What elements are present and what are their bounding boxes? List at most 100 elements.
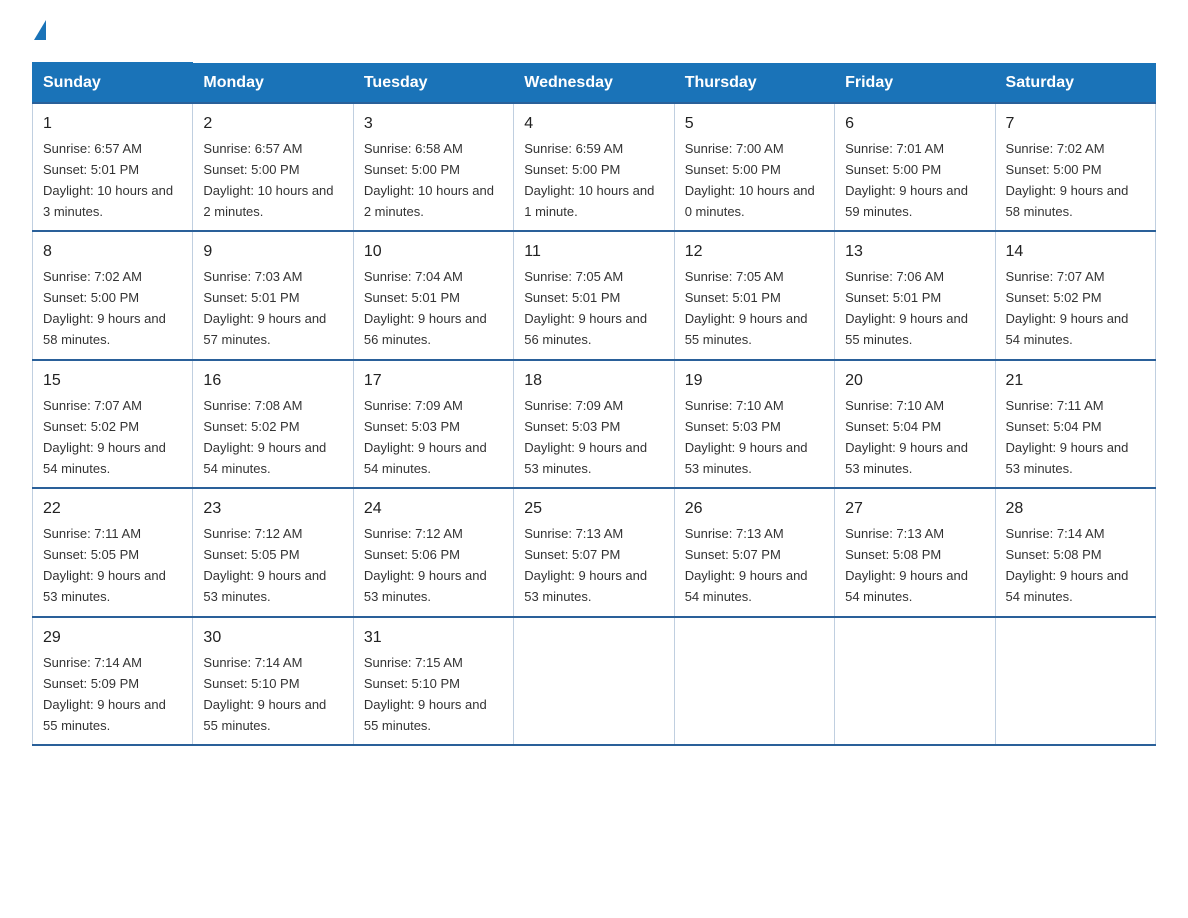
day-info: Sunrise: 7:10 AMSunset: 5:03 PMDaylight:…	[685, 398, 808, 476]
day-cell: 27 Sunrise: 7:13 AMSunset: 5:08 PMDaylig…	[835, 488, 995, 616]
day-number: 11	[524, 240, 663, 265]
day-info: Sunrise: 7:09 AMSunset: 5:03 PMDaylight:…	[524, 398, 647, 476]
day-cell: 20 Sunrise: 7:10 AMSunset: 5:04 PMDaylig…	[835, 360, 995, 488]
day-info: Sunrise: 7:01 AMSunset: 5:00 PMDaylight:…	[845, 141, 968, 219]
day-info: Sunrise: 7:13 AMSunset: 5:07 PMDaylight:…	[524, 526, 647, 604]
day-number: 10	[364, 240, 503, 265]
day-info: Sunrise: 7:14 AMSunset: 5:08 PMDaylight:…	[1006, 526, 1129, 604]
day-cell: 9 Sunrise: 7:03 AMSunset: 5:01 PMDayligh…	[193, 231, 353, 359]
day-cell: 24 Sunrise: 7:12 AMSunset: 5:06 PMDaylig…	[353, 488, 513, 616]
day-cell	[674, 617, 834, 745]
day-cell: 1 Sunrise: 6:57 AMSunset: 5:01 PMDayligh…	[33, 103, 193, 231]
day-info: Sunrise: 6:58 AMSunset: 5:00 PMDaylight:…	[364, 141, 494, 219]
day-cell: 7 Sunrise: 7:02 AMSunset: 5:00 PMDayligh…	[995, 103, 1155, 231]
day-number: 19	[685, 369, 824, 394]
day-number: 21	[1006, 369, 1145, 394]
day-number: 20	[845, 369, 984, 394]
day-info: Sunrise: 7:04 AMSunset: 5:01 PMDaylight:…	[364, 269, 487, 347]
day-number: 26	[685, 497, 824, 522]
header-friday: Friday	[835, 63, 995, 103]
day-cell: 13 Sunrise: 7:06 AMSunset: 5:01 PMDaylig…	[835, 231, 995, 359]
day-cell: 19 Sunrise: 7:10 AMSunset: 5:03 PMDaylig…	[674, 360, 834, 488]
day-cell: 10 Sunrise: 7:04 AMSunset: 5:01 PMDaylig…	[353, 231, 513, 359]
day-info: Sunrise: 7:07 AMSunset: 5:02 PMDaylight:…	[43, 398, 166, 476]
week-row-4: 22 Sunrise: 7:11 AMSunset: 5:05 PMDaylig…	[33, 488, 1156, 616]
header-sunday: Sunday	[33, 63, 193, 103]
header-thursday: Thursday	[674, 63, 834, 103]
day-number: 9	[203, 240, 342, 265]
day-cell: 23 Sunrise: 7:12 AMSunset: 5:05 PMDaylig…	[193, 488, 353, 616]
day-info: Sunrise: 7:11 AMSunset: 5:05 PMDaylight:…	[43, 526, 166, 604]
day-info: Sunrise: 6:57 AMSunset: 5:00 PMDaylight:…	[203, 141, 333, 219]
day-cell: 29 Sunrise: 7:14 AMSunset: 5:09 PMDaylig…	[33, 617, 193, 745]
day-number: 30	[203, 626, 342, 651]
day-cell: 3 Sunrise: 6:58 AMSunset: 5:00 PMDayligh…	[353, 103, 513, 231]
header-wednesday: Wednesday	[514, 63, 674, 103]
day-cell: 30 Sunrise: 7:14 AMSunset: 5:10 PMDaylig…	[193, 617, 353, 745]
day-number: 2	[203, 112, 342, 137]
day-info: Sunrise: 7:05 AMSunset: 5:01 PMDaylight:…	[685, 269, 808, 347]
header-tuesday: Tuesday	[353, 63, 513, 103]
day-number: 14	[1006, 240, 1145, 265]
day-number: 23	[203, 497, 342, 522]
day-info: Sunrise: 7:13 AMSunset: 5:08 PMDaylight:…	[845, 526, 968, 604]
day-number: 8	[43, 240, 182, 265]
day-info: Sunrise: 6:59 AMSunset: 5:00 PMDaylight:…	[524, 141, 654, 219]
week-row-5: 29 Sunrise: 7:14 AMSunset: 5:09 PMDaylig…	[33, 617, 1156, 745]
day-number: 29	[43, 626, 182, 651]
day-number: 13	[845, 240, 984, 265]
calendar-header-row: SundayMondayTuesdayWednesdayThursdayFrid…	[33, 63, 1156, 103]
logo-triangle-icon	[34, 20, 46, 40]
day-info: Sunrise: 7:00 AMSunset: 5:00 PMDaylight:…	[685, 141, 815, 219]
day-info: Sunrise: 7:03 AMSunset: 5:01 PMDaylight:…	[203, 269, 326, 347]
day-cell: 28 Sunrise: 7:14 AMSunset: 5:08 PMDaylig…	[995, 488, 1155, 616]
day-cell: 2 Sunrise: 6:57 AMSunset: 5:00 PMDayligh…	[193, 103, 353, 231]
day-info: Sunrise: 6:57 AMSunset: 5:01 PMDaylight:…	[43, 141, 173, 219]
day-cell: 17 Sunrise: 7:09 AMSunset: 5:03 PMDaylig…	[353, 360, 513, 488]
day-cell: 8 Sunrise: 7:02 AMSunset: 5:00 PMDayligh…	[33, 231, 193, 359]
day-info: Sunrise: 7:14 AMSunset: 5:10 PMDaylight:…	[203, 655, 326, 733]
header-saturday: Saturday	[995, 63, 1155, 103]
day-cell: 12 Sunrise: 7:05 AMSunset: 5:01 PMDaylig…	[674, 231, 834, 359]
day-info: Sunrise: 7:02 AMSunset: 5:00 PMDaylight:…	[1006, 141, 1129, 219]
day-number: 15	[43, 369, 182, 394]
day-cell	[514, 617, 674, 745]
day-cell: 14 Sunrise: 7:07 AMSunset: 5:02 PMDaylig…	[995, 231, 1155, 359]
day-cell: 25 Sunrise: 7:13 AMSunset: 5:07 PMDaylig…	[514, 488, 674, 616]
day-cell: 21 Sunrise: 7:11 AMSunset: 5:04 PMDaylig…	[995, 360, 1155, 488]
day-number: 25	[524, 497, 663, 522]
day-cell: 31 Sunrise: 7:15 AMSunset: 5:10 PMDaylig…	[353, 617, 513, 745]
day-number: 12	[685, 240, 824, 265]
logo	[32, 24, 46, 44]
day-info: Sunrise: 7:05 AMSunset: 5:01 PMDaylight:…	[524, 269, 647, 347]
day-info: Sunrise: 7:09 AMSunset: 5:03 PMDaylight:…	[364, 398, 487, 476]
week-row-2: 8 Sunrise: 7:02 AMSunset: 5:00 PMDayligh…	[33, 231, 1156, 359]
day-number: 5	[685, 112, 824, 137]
week-row-3: 15 Sunrise: 7:07 AMSunset: 5:02 PMDaylig…	[33, 360, 1156, 488]
day-info: Sunrise: 7:06 AMSunset: 5:01 PMDaylight:…	[845, 269, 968, 347]
day-number: 3	[364, 112, 503, 137]
day-number: 1	[43, 112, 182, 137]
day-cell	[835, 617, 995, 745]
day-info: Sunrise: 7:08 AMSunset: 5:02 PMDaylight:…	[203, 398, 326, 476]
day-info: Sunrise: 7:10 AMSunset: 5:04 PMDaylight:…	[845, 398, 968, 476]
day-cell: 15 Sunrise: 7:07 AMSunset: 5:02 PMDaylig…	[33, 360, 193, 488]
day-number: 4	[524, 112, 663, 137]
page-header	[32, 24, 1156, 44]
day-info: Sunrise: 7:13 AMSunset: 5:07 PMDaylight:…	[685, 526, 808, 604]
day-cell: 16 Sunrise: 7:08 AMSunset: 5:02 PMDaylig…	[193, 360, 353, 488]
day-number: 24	[364, 497, 503, 522]
day-info: Sunrise: 7:14 AMSunset: 5:09 PMDaylight:…	[43, 655, 166, 733]
day-cell: 4 Sunrise: 6:59 AMSunset: 5:00 PMDayligh…	[514, 103, 674, 231]
day-info: Sunrise: 7:11 AMSunset: 5:04 PMDaylight:…	[1006, 398, 1129, 476]
day-number: 6	[845, 112, 984, 137]
day-info: Sunrise: 7:12 AMSunset: 5:05 PMDaylight:…	[203, 526, 326, 604]
day-number: 22	[43, 497, 182, 522]
day-info: Sunrise: 7:12 AMSunset: 5:06 PMDaylight:…	[364, 526, 487, 604]
day-info: Sunrise: 7:15 AMSunset: 5:10 PMDaylight:…	[364, 655, 487, 733]
day-cell: 6 Sunrise: 7:01 AMSunset: 5:00 PMDayligh…	[835, 103, 995, 231]
header-monday: Monday	[193, 63, 353, 103]
day-number: 16	[203, 369, 342, 394]
day-cell	[995, 617, 1155, 745]
day-number: 7	[1006, 112, 1145, 137]
